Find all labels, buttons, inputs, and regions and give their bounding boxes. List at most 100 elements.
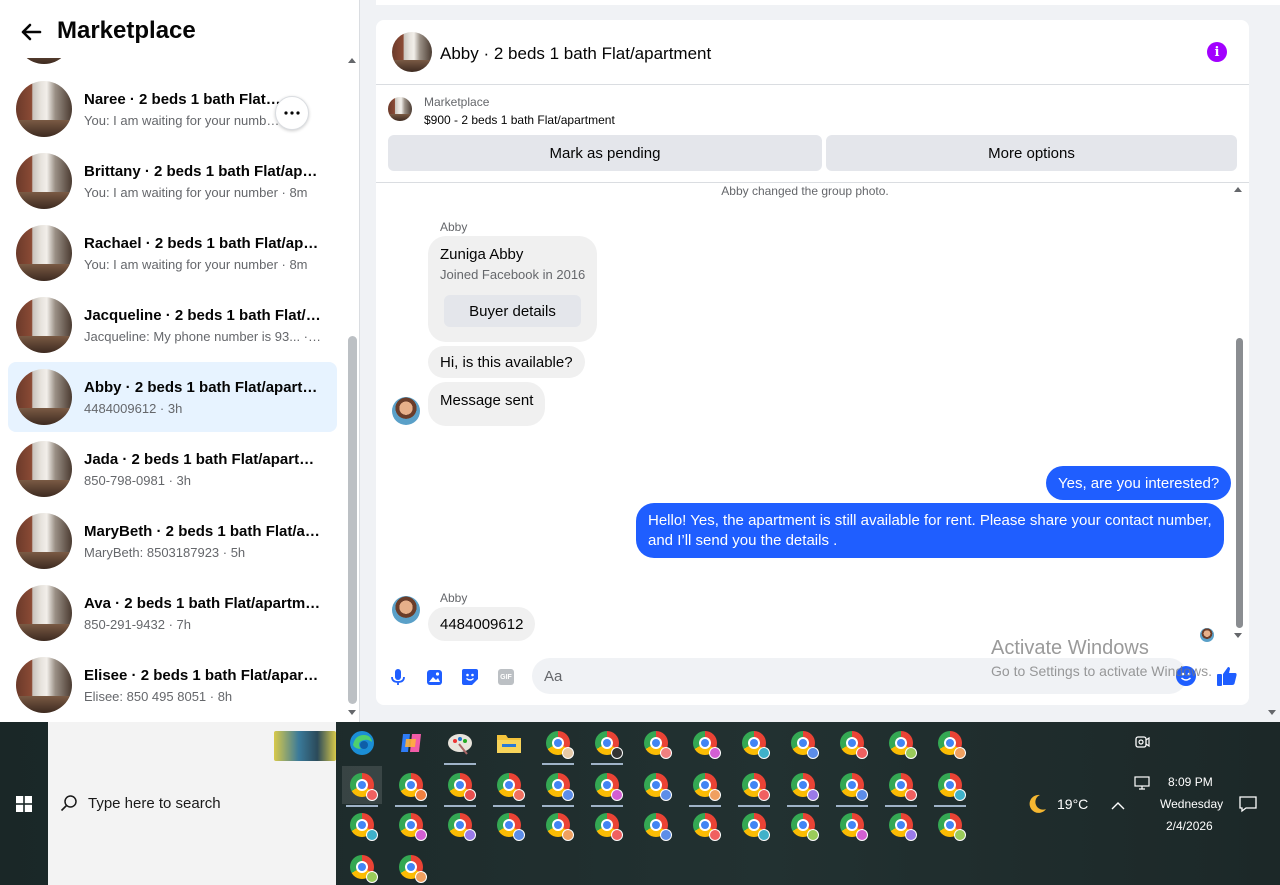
search-highlight-image[interactable] (274, 731, 336, 761)
chrome-profile-icon[interactable] (587, 806, 627, 844)
chrome-profile-icon[interactable] (832, 766, 872, 807)
chrome-profile-icon[interactable] (783, 806, 823, 844)
chat-scrollbar[interactable] (1232, 183, 1246, 643)
chat-avatar[interactable] (392, 32, 432, 72)
conversation-item[interactable]: Elisee · 2 beds 1 bath Flat/apartment El… (8, 650, 337, 720)
sender-avatar[interactable] (392, 397, 420, 425)
chrome-profile-icon[interactable] (832, 806, 872, 844)
chrome-profile-icon[interactable] (636, 724, 676, 762)
conversation-item[interactable]: Ava · 2 beds 1 bath Flat/apartment 850-2… (8, 578, 337, 648)
conversation-item[interactable]: Naree · 2 beds 1 bath Flat/apartment You… (8, 74, 337, 144)
mark-as-pending-button[interactable]: Mark as pending (388, 135, 822, 171)
chrome-profile-icon[interactable] (734, 806, 774, 844)
chat-title[interactable]: Abby · 2 beds 1 bath Flat/apartment (440, 44, 711, 64)
sender-avatar[interactable] (392, 596, 420, 624)
more-options-button[interactable] (275, 96, 309, 130)
conversation-title: Jada · 2 beds 1 bath Flat/apartment (84, 451, 322, 468)
file-explorer-icon[interactable] (489, 724, 529, 762)
more-options-button[interactable]: More options (826, 135, 1237, 171)
back-button[interactable] (18, 18, 44, 46)
scroll-down-icon[interactable] (1268, 710, 1276, 715)
weather-moon-icon[interactable] (1026, 793, 1048, 820)
seen-indicator-avatar (1200, 628, 1214, 642)
chrome-profile-icon[interactable] (587, 724, 627, 765)
scrollbar-thumb[interactable] (348, 336, 357, 704)
chrome-profile-icon[interactable] (342, 766, 382, 807)
scrollbar-thumb[interactable] (1236, 338, 1243, 628)
chrome-profile-icon[interactable] (881, 766, 921, 807)
microphone-icon[interactable] (389, 668, 407, 686)
sticker-icon[interactable] (461, 668, 479, 686)
incoming-message: 4484009612 (428, 607, 536, 641)
chrome-profile-icon[interactable] (734, 766, 774, 807)
chrome-profile-icon[interactable] (685, 806, 725, 844)
chrome-profile-icon[interactable] (734, 724, 774, 762)
chrome-profile-icon[interactable] (391, 806, 431, 844)
chrome-profile-icon[interactable] (489, 806, 529, 844)
buyer-details-button[interactable]: Buyer details (444, 295, 581, 327)
scroll-down-icon[interactable] (1234, 633, 1242, 638)
chrome-profile-icon[interactable] (391, 848, 431, 885)
taskbar-search[interactable]: Type here to search (48, 722, 336, 885)
start-button[interactable] (0, 722, 48, 885)
chrome-profile-icon[interactable] (783, 724, 823, 762)
conversation-item[interactable]: Brittany · 2 beds 1 bath Flat/apartment … (8, 146, 337, 216)
chrome-profile-icon[interactable] (636, 766, 676, 804)
gif-icon[interactable]: GIF (497, 668, 515, 686)
chrome-profile-icon[interactable] (930, 724, 970, 762)
chrome-profile-icon[interactable] (783, 766, 823, 807)
scroll-down-icon[interactable] (348, 710, 356, 715)
photo-icon[interactable] (425, 668, 443, 686)
conversation-item-active[interactable]: Abby · 2 beds 1 bath Flat/apartment 4484… (8, 362, 337, 432)
back-arrow-icon (21, 23, 42, 41)
temperature[interactable]: 19°C (1057, 796, 1088, 812)
chrome-profile-icon[interactable] (342, 848, 382, 885)
chrome-profile-icon[interactable] (440, 806, 480, 844)
thumbs-up-icon[interactable] (1215, 664, 1239, 688)
chrome-profile-icon[interactable] (538, 806, 578, 844)
chrome-profile-icon[interactable] (881, 724, 921, 762)
clock-date[interactable]: 2/4/2026 (1166, 819, 1213, 833)
chevron-up-icon[interactable] (1111, 798, 1125, 816)
chrome-profile-icon[interactable] (685, 724, 725, 762)
chrome-profile-icon[interactable] (538, 766, 578, 807)
scroll-up-icon[interactable] (1234, 187, 1242, 192)
scroll-up-icon[interactable] (348, 58, 356, 63)
listing-thumbnail[interactable] (388, 97, 412, 121)
chrome-profile-icon[interactable] (881, 806, 921, 844)
chrome-profile-icon[interactable] (636, 806, 676, 844)
sender-label: Abby (440, 591, 468, 605)
message-input[interactable] (532, 658, 1187, 694)
clock-time[interactable]: 8:09 PM (1168, 775, 1213, 789)
listing-thumbnail (16, 441, 72, 497)
page-scrollbar[interactable] (1266, 700, 1280, 720)
clock-day[interactable]: Wednesday (1160, 797, 1223, 811)
copilot-icon[interactable] (391, 724, 431, 762)
info-icon[interactable]: i (1207, 42, 1227, 62)
chrome-profile-icon[interactable] (489, 766, 529, 807)
emoji-icon[interactable] (1176, 666, 1196, 686)
notifications-icon[interactable] (1239, 795, 1257, 818)
conversation-item[interactable]: Jada · 2 beds 1 bath Flat/apartment 850-… (8, 434, 337, 504)
conversation-item[interactable]: MaryBeth · 2 beds 1 bath Flat/apartment … (8, 506, 337, 576)
conversation-item[interactable]: Jacqueline · 2 beds 1 bath Flat/apartmen… (8, 290, 337, 360)
chrome-profile-icon[interactable] (440, 766, 480, 807)
listing-thumbnail (16, 369, 72, 425)
paint-icon[interactable] (440, 724, 480, 765)
network-icon[interactable] (1134, 776, 1150, 795)
chrome-profile-icon[interactable] (538, 724, 578, 765)
chrome-profile-icon[interactable] (342, 806, 382, 844)
conversation-sidebar: Naree · 2 beds 1 bath Flat/apartment You… (0, 0, 360, 722)
listing-thumbnail (16, 225, 72, 281)
chrome-profile-icon[interactable] (587, 766, 627, 807)
meet-now-icon[interactable] (1134, 734, 1150, 755)
chrome-profile-icon[interactable] (832, 724, 872, 762)
edge-icon[interactable] (342, 724, 382, 762)
chrome-profile-icon[interactable] (930, 766, 970, 807)
chrome-profile-icon[interactable] (685, 766, 725, 807)
sidebar-scrollbar[interactable] (346, 58, 359, 718)
conversation-item[interactable]: Rachael · 2 beds 1 bath Flat/apartment Y… (8, 218, 337, 288)
chrome-profile-icon[interactable] (930, 806, 970, 844)
chrome-profile-icon[interactable] (391, 766, 431, 807)
listing-price[interactable]: $900 - 2 beds 1 bath Flat/apartment (424, 113, 615, 127)
